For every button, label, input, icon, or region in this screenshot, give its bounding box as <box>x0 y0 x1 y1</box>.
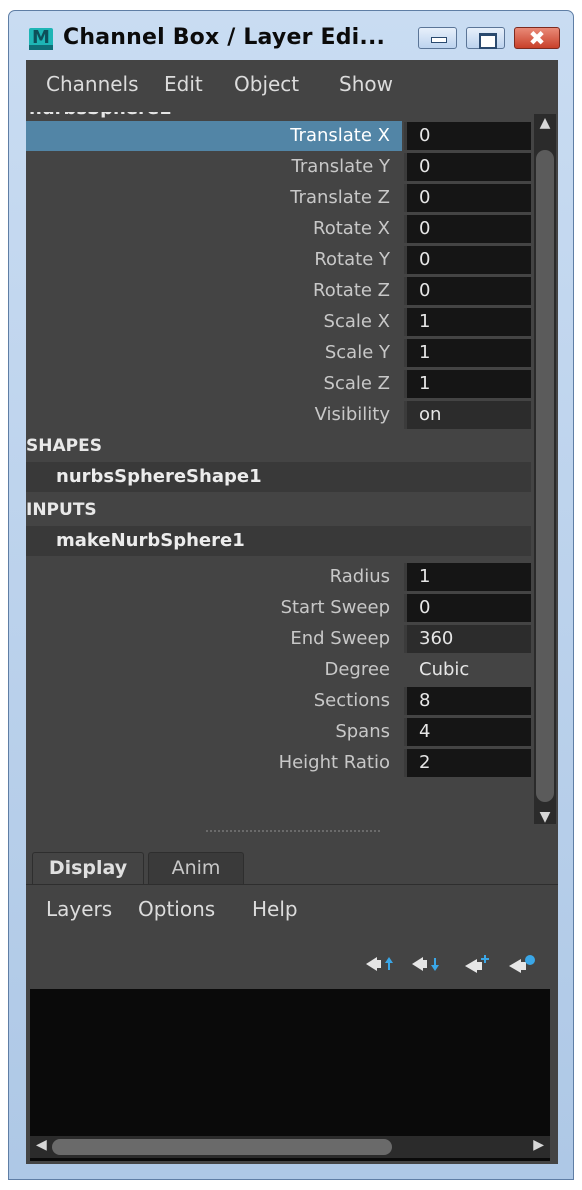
menu-edit[interactable]: Edit <box>164 72 203 96</box>
tab-display[interactable]: Display <box>32 852 144 884</box>
channel-box-vertical-scrollbar[interactable]: ▲ ▼ <box>534 114 556 826</box>
attr-value-field[interactable]: 1 <box>404 308 531 336</box>
menu-show[interactable]: Show <box>339 72 393 96</box>
shape-node-name: nurbsSphereShape1 <box>56 466 262 487</box>
menu-layers[interactable]: Layers <box>46 897 112 921</box>
attr-label: Rotate Z <box>313 280 390 301</box>
move-layer-down-icon[interactable] <box>410 953 440 975</box>
attr-label: Start Sweep <box>280 597 390 618</box>
attr-value-field[interactable]: 360 <box>404 625 531 653</box>
close-button[interactable]: ✖ <box>514 26 560 50</box>
attr-label: Sections <box>313 690 390 711</box>
shapes-header: SHAPES <box>26 436 102 456</box>
attr-label: Translate Y <box>291 156 390 177</box>
attr-value-field[interactable]: 4 <box>404 718 531 746</box>
title-bar[interactable]: M Channel Box / Layer Edi... ✖ <box>9 11 573 61</box>
input-node-name: makeNurbSphere1 <box>56 530 245 551</box>
layer-editor-horizontal-scrollbar[interactable]: ◀ ▶ <box>30 1136 550 1158</box>
maximize-button[interactable] <box>466 27 505 49</box>
attr-value-field[interactable]: 0 <box>404 184 531 212</box>
attr-label: Rotate Y <box>314 249 390 270</box>
attr-label: Scale Y <box>324 342 390 363</box>
attr-row-spans[interactable]: Spans 4 <box>26 717 531 747</box>
shape-node-row[interactable]: nurbsSphereShape1 <box>26 462 531 492</box>
scroll-up-icon[interactable]: ▲ <box>534 114 556 132</box>
attr-label: Scale X <box>323 311 390 332</box>
channel-box-client: Channels Edit Object Show nurbsSphere1 T… <box>26 60 558 1164</box>
attr-value-field[interactable]: 2 <box>404 749 531 777</box>
attr-value-field[interactable]: 0 <box>404 277 531 305</box>
attr-row-rotate-z[interactable]: Rotate Z 0 <box>26 276 531 306</box>
attr-row-sections[interactable]: Sections 8 <box>26 686 531 716</box>
attr-label: End Sweep <box>290 628 390 649</box>
attr-label: Visibility <box>314 404 390 425</box>
attr-value-field[interactable]: 0 <box>404 246 531 274</box>
scroll-left-icon[interactable]: ◀ <box>36 1137 47 1153</box>
scrollbar-thumb[interactable] <box>536 150 554 802</box>
menu-object[interactable]: Object <box>234 72 299 96</box>
attr-value-field[interactable]: 0 <box>404 122 531 150</box>
attr-row-start-sweep[interactable]: Start Sweep 0 <box>26 593 531 623</box>
new-layer-icon[interactable] <box>462 953 492 975</box>
scrollbar-thumb[interactable] <box>52 1139 392 1155</box>
attr-value-field[interactable]: Cubic <box>404 656 531 684</box>
attr-row-height-ratio[interactable]: Height Ratio 2 <box>26 748 531 778</box>
scroll-right-icon[interactable]: ▶ <box>533 1137 544 1153</box>
attr-label: Spans <box>335 721 390 742</box>
menu-options[interactable]: Options <box>138 897 215 921</box>
attr-label: Rotate X <box>313 218 390 239</box>
attr-row-translate-y[interactable]: Translate Y 0 <box>26 152 531 182</box>
attr-row-rotate-x[interactable]: Rotate X 0 <box>26 214 531 244</box>
attr-row-scale-x[interactable]: Scale X 1 <box>26 307 531 337</box>
attr-value-field[interactable]: 1 <box>404 339 531 367</box>
attr-row-degree[interactable]: Degree Cubic <box>26 655 531 685</box>
channel-menubar: Channels Edit Object Show <box>26 60 558 112</box>
attr-value-field[interactable]: 0 <box>404 594 531 622</box>
maya-icon: M <box>29 28 53 50</box>
close-icon: ✖ <box>528 26 546 50</box>
attr-label: Height Ratio <box>278 752 390 773</box>
minimize-button[interactable] <box>418 27 457 49</box>
attr-value-field[interactable]: 1 <box>404 370 531 398</box>
attr-row-end-sweep[interactable]: End Sweep 360 <box>26 624 531 654</box>
window-title: Channel Box / Layer Edi... <box>63 25 386 50</box>
menu-channels[interactable]: Channels <box>46 72 139 96</box>
attr-label: Translate X <box>290 125 390 146</box>
layer-editor-tabs: Display Anim <box>26 850 558 884</box>
pane-splitter-handle[interactable] <box>206 830 380 832</box>
attr-label: Translate Z <box>290 187 390 208</box>
layer-editor-panel: Layers Options Help <box>26 884 558 1164</box>
attr-value-field[interactable]: 8 <box>404 687 531 715</box>
attr-label: Scale Z <box>323 373 390 394</box>
move-layer-up-icon[interactable] <box>364 953 394 975</box>
input-node-row[interactable]: makeNurbSphere1 <box>26 526 531 556</box>
attr-row-rotate-y[interactable]: Rotate Y 0 <box>26 245 531 275</box>
tab-anim[interactable]: Anim <box>148 852 244 884</box>
scroll-down-icon[interactable]: ▼ <box>534 808 556 826</box>
attr-row-translate-x[interactable]: Translate X 0 <box>26 121 531 151</box>
new-layer-from-selected-icon[interactable] <box>506 953 536 975</box>
attr-value-field[interactable]: 0 <box>404 215 531 243</box>
attr-row-scale-z[interactable]: Scale Z 1 <box>26 369 531 399</box>
attr-row-scale-y[interactable]: Scale Y 1 <box>26 338 531 368</box>
menu-help[interactable]: Help <box>252 897 298 921</box>
attr-value-field[interactable]: on <box>404 401 531 429</box>
inputs-header: INPUTS <box>26 500 97 520</box>
attr-row-visibility[interactable]: Visibility on <box>26 400 531 430</box>
attr-value-field[interactable]: 1 <box>404 563 531 591</box>
attr-label: Degree <box>324 659 390 680</box>
node-name[interactable]: nurbsSphere1 <box>29 112 172 119</box>
attr-row-translate-z[interactable]: Translate Z 0 <box>26 183 531 213</box>
channel-box-panel: nurbsSphere1 Translate X 0 Translate Y 0… <box>26 112 558 812</box>
attr-value-field[interactable]: 0 <box>404 153 531 181</box>
attr-label: Radius <box>329 566 390 587</box>
attr-row-radius[interactable]: Radius 1 <box>26 562 531 592</box>
